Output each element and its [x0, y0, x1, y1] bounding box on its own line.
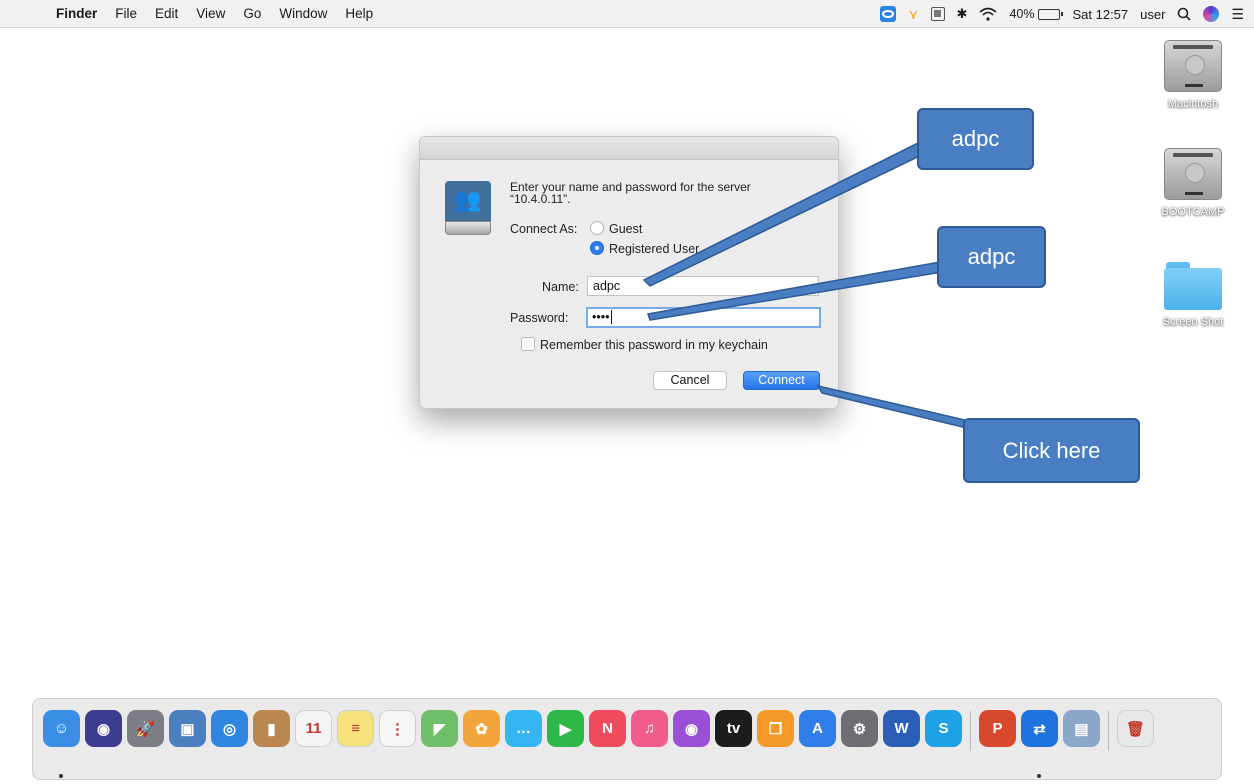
dock-finder-icon[interactable]: ☺ [43, 710, 80, 747]
dock-contacts-icon[interactable]: ▮ [253, 710, 290, 747]
annotation-callout-name: adpc [917, 108, 1034, 170]
annotation-callout-password: adpc [937, 226, 1046, 288]
dock-photos-icon[interactable]: ✿ [463, 710, 500, 747]
annotation-arrow-name [642, 141, 934, 287]
dock-separator [970, 711, 971, 751]
dock-word-icon[interactable]: W [883, 710, 920, 747]
dock-siri-icon[interactable]: ◉ [85, 710, 122, 747]
dock: ☺ ◉ 🚀 ▣ ◎ ▮ 11 ≡ ⋮ ◤ ✿… ▶ N ♫ ◉ tv ❐ A ⚙ W S P ⇄ ▤ 🗑 [32, 698, 1222, 780]
dock-reminders-icon[interactable]: ⋮ [379, 710, 416, 747]
dock-preview-2-icon[interactable]: ▤ [1063, 710, 1100, 747]
dock-maps-icon[interactable]: ◤ [421, 710, 458, 747]
dock-running-indicator [1037, 774, 1041, 778]
dock-teamviewer-icon[interactable]: ⇄ [1021, 710, 1058, 747]
dock-launchpad-icon[interactable]: 🚀 [127, 710, 164, 747]
desktop-screen: Finder File Edit View Go Window Help ⋎ ✱… [0, 0, 1254, 784]
dock-preview-icon[interactable]: ▣ [169, 710, 206, 747]
annotation-arrow-connect [816, 384, 978, 432]
dock-facetime-icon[interactable]: ▶ [547, 710, 584, 747]
dock-system-preferences-icon[interactable]: ⚙ [841, 710, 878, 747]
dock-calendar-icon[interactable]: 11 [295, 710, 332, 747]
dock-news-icon[interactable]: N [589, 710, 626, 747]
dock-tv-icon[interactable]: tv [715, 710, 752, 747]
dock-trash-icon[interactable]: 🗑 [1117, 710, 1154, 747]
dock-powerpoint-icon[interactable]: P [979, 710, 1016, 747]
dock-messages-icon[interactable]: … [505, 710, 542, 747]
dock-safari-icon[interactable]: ◎ [211, 710, 248, 747]
dock-notes-icon[interactable]: ≡ [337, 710, 374, 747]
dock-app-store-icon[interactable]: A [799, 710, 836, 747]
annotation-callout-connect: Click here [963, 418, 1140, 483]
dock-running-indicator [59, 774, 63, 778]
dock-books-icon[interactable]: ❐ [757, 710, 794, 747]
dock-separator [1108, 711, 1109, 751]
dock-music-icon[interactable]: ♫ [631, 710, 668, 747]
annotation-arrow-password [647, 261, 943, 321]
dock-skype-icon[interactable]: S [925, 710, 962, 747]
annotation-arrows [642, 141, 978, 432]
dock-podcasts-icon[interactable]: ◉ [673, 710, 710, 747]
